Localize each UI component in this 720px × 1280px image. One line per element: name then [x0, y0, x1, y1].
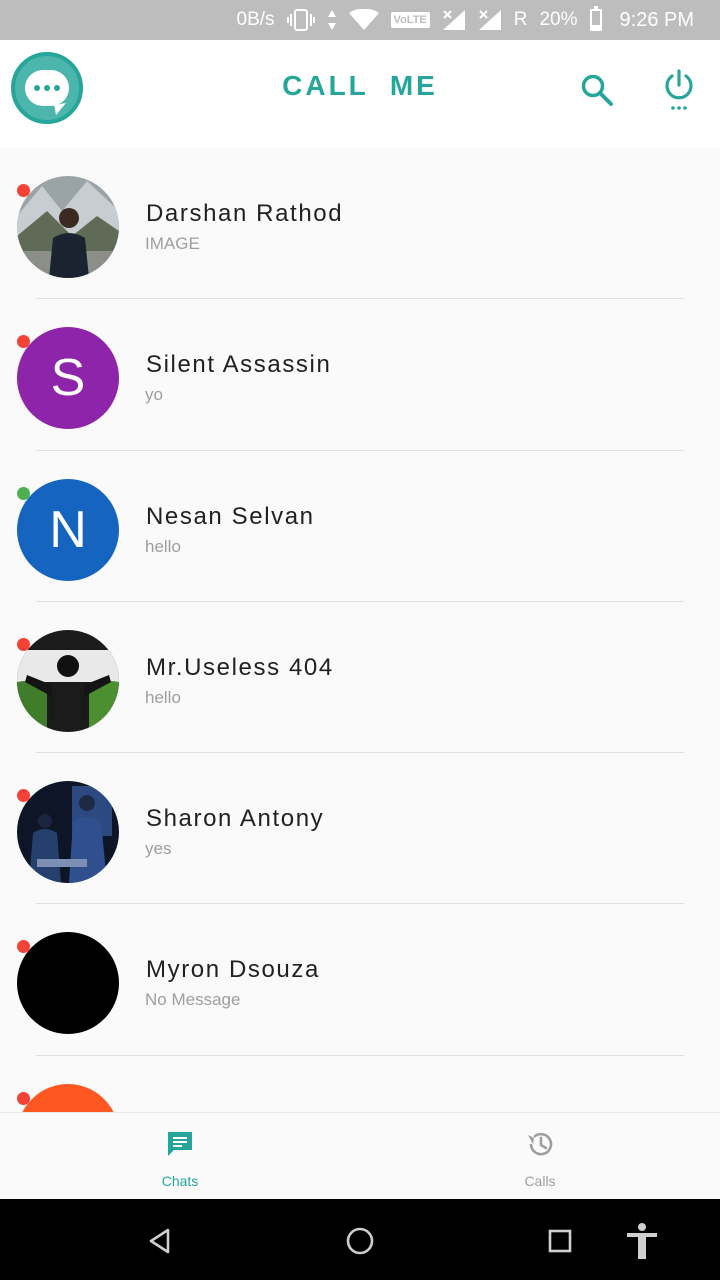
avatar-letter: S [50, 349, 86, 408]
chat-item[interactable]: Sharon Antony yes [0, 753, 720, 905]
chat-name: Nesan Selvan [146, 502, 315, 530]
chat-item[interactable]: Darshan Rathod IMAGE [0, 148, 720, 300]
search-button[interactable] [573, 66, 621, 114]
avatar[interactable] [17, 1083, 119, 1112]
status-dot [17, 1091, 30, 1105]
status-dot [17, 486, 30, 500]
back-button[interactable] [138, 1219, 182, 1263]
status-dot [17, 184, 30, 197]
chat-item[interactable] [0, 1056, 720, 1112]
chat-name: Mr.Useless 404 [146, 653, 334, 681]
tab-calls[interactable]: Calls [360, 1113, 720, 1200]
roaming-indicator: R [513, 9, 528, 30]
chat-item[interactable]: Mr.Useless 404 hello [0, 602, 720, 754]
battery-fill [591, 25, 600, 29]
volte-badge: VoLTE [390, 12, 430, 28]
chat-icon [165, 1129, 195, 1159]
chat-list[interactable]: Darshan Rathod IMAGE S Silent Assassin y… [0, 148, 720, 1112]
wifi-icon [348, 9, 379, 31]
chat-item[interactable]: S Silent Assassin yo [0, 299, 720, 451]
tab-calls-label: Calls [524, 1173, 556, 1189]
accessibility-icon [627, 1223, 657, 1259]
avatar[interactable] [17, 781, 119, 884]
data-arrows-icon [327, 9, 337, 31]
status-bar: 0B/s VoLTE R 20% 9:26 PM [0, 0, 720, 40]
chat-name: Silent Assassin [146, 351, 332, 379]
chat-last-message: yo [145, 385, 163, 405]
chat-last-message: IMAGE [145, 234, 200, 253]
system-nav-bar [0, 1199, 720, 1280]
battery-icon [589, 6, 602, 31]
avatar[interactable]: S [17, 327, 119, 430]
avatar[interactable] [17, 629, 119, 732]
history-icon [525, 1129, 555, 1159]
avatar-letter: N [49, 500, 87, 559]
home-button[interactable] [338, 1219, 382, 1263]
vibrate-icon [286, 9, 315, 31]
signal-icon-2 [478, 9, 502, 31]
accessibility-button[interactable] [620, 1219, 664, 1263]
search-icon [581, 74, 613, 106]
chat-last-message: hello [145, 536, 181, 556]
chat-name: Darshan Rathod [146, 200, 344, 227]
bottom-nav: Chats Calls [0, 1112, 720, 1199]
clock: 9:26 PM [619, 8, 694, 31]
chat-last-message: hello [145, 687, 181, 707]
chat-name: Sharon Antony [146, 805, 325, 833]
avatar[interactable]: N [17, 478, 119, 581]
chat-name: Myron Dsouza [146, 956, 320, 984]
tab-chats-label: Chats [161, 1173, 199, 1189]
app-bar: CALL ME [0, 40, 720, 148]
back-icon [149, 1228, 170, 1254]
avatar[interactable] [17, 932, 119, 1035]
power-button[interactable] [655, 66, 703, 114]
net-speed: 0B/s [236, 9, 275, 30]
chat-item[interactable]: N Nesan Selvan hello [0, 451, 720, 602]
power-icon [665, 69, 693, 110]
status-dot [17, 637, 30, 651]
chat-last-message: yes [145, 839, 172, 859]
battery-percent: 20% [539, 9, 578, 30]
chat-last-message: No Message [145, 990, 241, 1010]
signal-icon-1 [442, 9, 466, 31]
tab-chats[interactable]: Chats [0, 1113, 360, 1200]
recents-icon [548, 1229, 572, 1253]
avatar[interactable] [17, 176, 119, 278]
recents-button[interactable] [538, 1219, 582, 1263]
home-icon [346, 1227, 374, 1255]
chat-item[interactable]: Myron Dsouza No Message [0, 904, 720, 1056]
